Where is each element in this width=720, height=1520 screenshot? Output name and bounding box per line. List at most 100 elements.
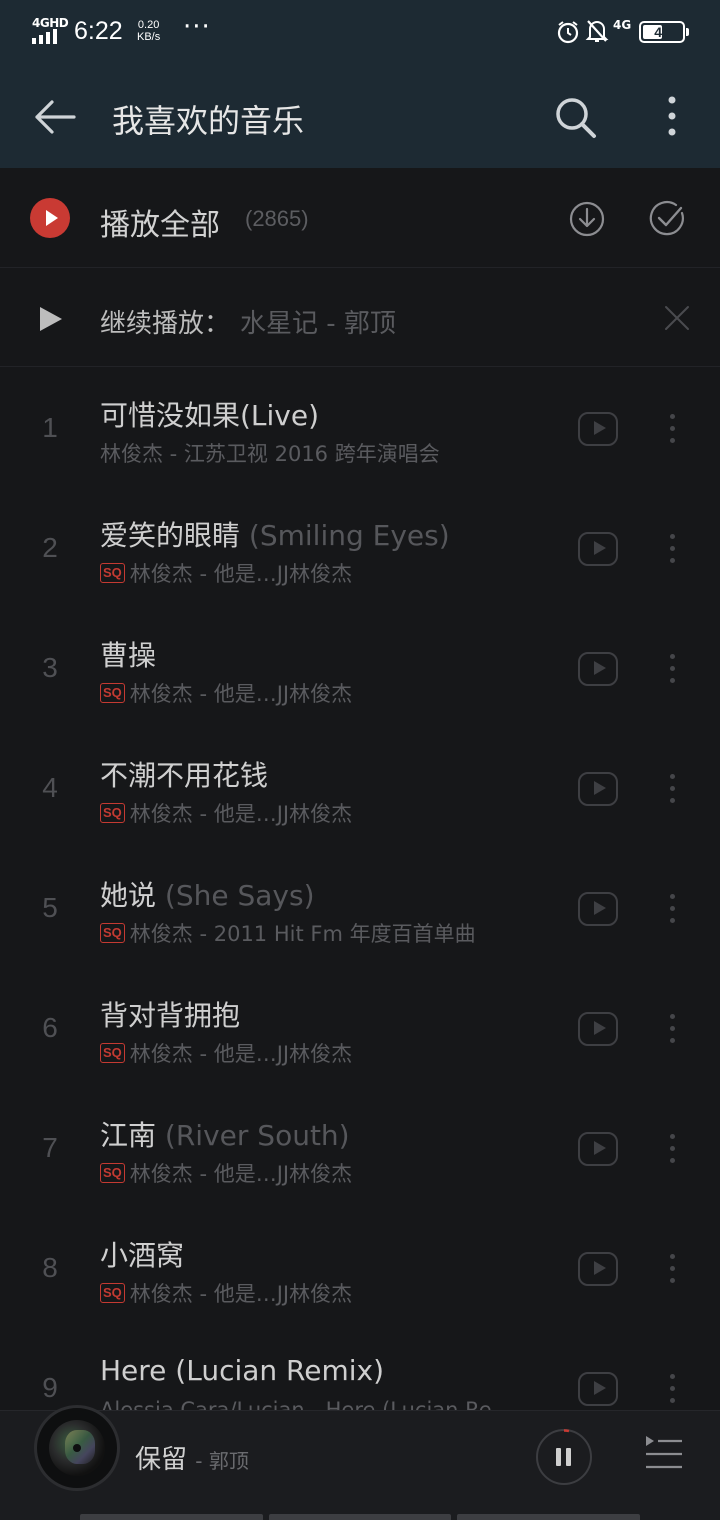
track-title-line: 她说 (She Says) — [100, 874, 315, 914]
track-row[interactable]: 1 可惜没如果(Live) 林俊杰 - 江苏卫视 2016 跨年演唱会 — [0, 368, 720, 488]
track-more-icon[interactable] — [662, 772, 682, 806]
close-icon[interactable] — [664, 305, 690, 331]
playlist-queue-icon[interactable] — [644, 1433, 684, 1473]
network-type: 4G — [613, 18, 632, 32]
track-artist-album: 林俊杰 - 他是…JJ林俊杰 — [129, 562, 353, 586]
continue-playing-row[interactable]: 继续播放： 水星记 - 郭顶 — [0, 269, 720, 367]
more-vertical-icon[interactable] — [652, 92, 692, 142]
track-title-line: Here (Lucian Remix) — [100, 1354, 384, 1387]
track-more-icon[interactable] — [662, 1012, 682, 1046]
network-speed: 0.20 KB/s — [137, 19, 161, 43]
track-artist-album: 林俊杰 - 他是…JJ林俊杰 — [129, 1042, 353, 1066]
top-bar: 4GHD 6:22 0.20 KB/s ··· 4G 49 我喜欢的音乐 — [0, 0, 720, 168]
mv-play-icon[interactable] — [578, 412, 618, 446]
track-number: 8 — [42, 1252, 58, 1283]
track-title-line: 爱笑的眼睛 (Smiling Eyes) — [100, 514, 450, 554]
track-alias: (She Says) — [164, 879, 315, 912]
play-all-label: 播放全部 — [100, 208, 220, 243]
mute-bell-icon — [585, 20, 609, 42]
track-row[interactable]: 9 Here (Lucian Remix) Alessia Cara/Lucian … — [0, 1328, 720, 1410]
track-artist-album: 林俊杰 - 2011 Hit Fm 年度百首单曲 — [129, 922, 476, 946]
bottom-nav-indicator — [80, 1514, 641, 1520]
track-artist-album: 林俊杰 - 他是…JJ林俊杰 — [129, 682, 353, 706]
track-more-icon[interactable] — [662, 1132, 682, 1166]
track-number: 7 — [42, 1132, 58, 1163]
track-number: 5 — [42, 892, 58, 923]
track-artist-album: 林俊杰 - 他是…JJ林俊杰 — [129, 802, 353, 826]
sq-badge: SQ — [100, 1043, 125, 1063]
mv-play-icon[interactable] — [578, 1372, 618, 1406]
track-subtitle-line: SQ 林俊杰 - 他是…JJ林俊杰 — [100, 1158, 352, 1188]
track-row[interactable]: 4 不潮不用花钱 SQ 林俊杰 - 他是…JJ林俊杰 — [0, 728, 720, 848]
track-alias: (Smiling Eyes) — [248, 519, 450, 552]
track-artist-album: Alessia Cara/Lucian - Here (Lucian Re — [100, 1398, 492, 1410]
track-artist-album: 林俊杰 - 他是…JJ林俊杰 — [129, 1162, 353, 1186]
track-more-icon[interactable] — [662, 892, 682, 926]
track-title-line: 江南 (River South) — [100, 1114, 350, 1154]
status-bar: 4GHD 6:22 0.20 KB/s ··· 4G 49 — [0, 0, 720, 64]
progress-ring — [536, 1429, 592, 1485]
track-title: 她说 — [100, 879, 157, 912]
track-title-line: 可惜没如果(Live) — [100, 394, 319, 434]
sq-badge: SQ — [100, 1163, 125, 1183]
track-number: 2 — [42, 532, 58, 563]
track-number: 9 — [42, 1372, 58, 1403]
track-more-icon[interactable] — [662, 412, 682, 446]
track-number: 4 — [42, 772, 58, 803]
track-list[interactable]: 1 可惜没如果(Live) 林俊杰 - 江苏卫视 2016 跨年演唱会 2 爱笑的眼睛 … — [0, 368, 720, 1410]
track-row[interactable]: 5 她说 (She Says) SQ 林俊杰 - 2011 Hit Fm 年度百首单曲 — [0, 848, 720, 968]
track-alias: (River South) — [164, 1119, 350, 1152]
track-subtitle-line: SQ 林俊杰 - 他是…JJ林俊杰 — [100, 1278, 352, 1308]
track-subtitle-line: SQ 林俊杰 - 他是…JJ林俊杰 — [100, 1038, 352, 1068]
now-playing-title[interactable]: 保留 - 郭顶 — [135, 1439, 249, 1476]
track-row[interactable]: 3 曹操 SQ 林俊杰 - 他是…JJ林俊杰 — [0, 608, 720, 728]
track-subtitle-line: Alessia Cara/Lucian - Here (Lucian Re — [100, 1398, 492, 1410]
mini-player[interactable]: 保留 - 郭顶 — [0, 1405, 720, 1520]
track-row[interactable]: 7 江南 (River South) SQ 林俊杰 - 他是…JJ林俊杰 — [0, 1088, 720, 1208]
mv-play-icon[interactable] — [578, 1252, 618, 1286]
download-icon[interactable] — [568, 200, 606, 238]
alarm-icon — [557, 21, 579, 44]
track-title-line: 小酒窝 — [100, 1234, 184, 1274]
track-artist-album: 林俊杰 - 他是…JJ林俊杰 — [129, 1282, 353, 1306]
continue-song: 水星记 - 郭顶 — [240, 309, 396, 339]
mv-play-icon[interactable] — [578, 892, 618, 926]
mv-play-icon[interactable] — [578, 532, 618, 566]
back-arrow-icon[interactable] — [28, 94, 80, 140]
sq-badge: SQ — [100, 1283, 125, 1303]
album-cover[interactable] — [34, 1405, 120, 1491]
track-row[interactable]: 6 背对背拥抱 SQ 林俊杰 - 他是…JJ林俊杰 — [0, 968, 720, 1088]
track-number: 3 — [42, 652, 58, 683]
track-title: 小酒窝 — [100, 1239, 185, 1272]
multi-select-icon[interactable] — [648, 200, 686, 238]
mv-play-icon[interactable] — [578, 1012, 618, 1046]
track-more-icon[interactable] — [662, 652, 682, 686]
track-row[interactable]: 8 小酒窝 SQ 林俊杰 - 他是…JJ林俊杰 — [0, 1208, 720, 1328]
track-more-icon[interactable] — [662, 1252, 682, 1286]
track-more-icon[interactable] — [662, 532, 682, 566]
track-title-line: 曹操 — [100, 634, 156, 674]
track-subtitle-line: SQ 林俊杰 - 他是…JJ林俊杰 — [100, 558, 352, 588]
track-title: 不潮不用花钱 — [100, 759, 269, 792]
sq-badge: SQ — [100, 563, 125, 583]
battery-icon: 49 — [639, 21, 689, 43]
track-title: 可惜没如果(Live) — [100, 399, 320, 432]
track-subtitle-line: SQ 林俊杰 - 他是…JJ林俊杰 — [100, 678, 352, 708]
play-all-row[interactable]: 播放全部 (2865) — [0, 168, 720, 268]
track-row[interactable]: 2 爱笑的眼睛 (Smiling Eyes) SQ 林俊杰 - 他是…JJ林俊杰 — [0, 488, 720, 608]
signal-icon: 4GHD — [32, 16, 69, 44]
play-all-icon[interactable] — [30, 198, 70, 238]
sq-badge: SQ — [100, 803, 125, 823]
mv-play-icon[interactable] — [578, 652, 618, 686]
song-count: (2865) — [245, 206, 309, 231]
mv-play-icon[interactable] — [578, 1132, 618, 1166]
continue-label: 继续播放： — [100, 309, 231, 339]
search-icon[interactable] — [552, 94, 598, 140]
track-subtitle-line: SQ 林俊杰 - 2011 Hit Fm 年度百首单曲 — [100, 918, 476, 948]
page-title: 我喜欢的音乐 — [112, 102, 305, 140]
track-more-icon[interactable] — [662, 1372, 682, 1406]
track-subtitle-line: 林俊杰 - 江苏卫视 2016 跨年演唱会 — [100, 438, 440, 468]
network-label: 4GHD — [32, 16, 69, 30]
play-icon — [40, 307, 62, 331]
mv-play-icon[interactable] — [578, 772, 618, 806]
